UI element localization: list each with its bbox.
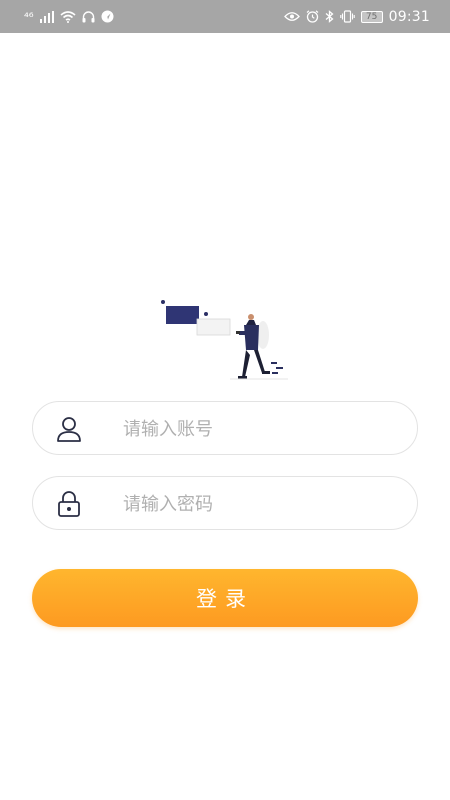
walking-person-illustration xyxy=(161,300,288,380)
network-type-icon: ⁴⁶ xyxy=(24,9,34,24)
lock-icon xyxy=(55,490,83,518)
username-field[interactable] xyxy=(32,401,418,456)
alarm-icon xyxy=(306,10,319,23)
wifi-icon xyxy=(60,10,76,23)
eye-icon xyxy=(283,12,300,21)
status-left: ⁴⁶ xyxy=(24,10,114,23)
vibrate-icon xyxy=(339,10,355,23)
login-button[interactable]: 登录 xyxy=(32,569,418,627)
location-icon xyxy=(101,10,114,23)
headset-icon xyxy=(82,10,95,22)
username-input[interactable] xyxy=(121,402,397,456)
user-icon xyxy=(55,415,83,443)
battery-indicator: 75 xyxy=(360,10,383,23)
status-bar: ⁴⁶ 75 09:31 xyxy=(0,0,450,33)
signal-icon xyxy=(39,10,54,23)
status-right: 75 09:31 xyxy=(283,8,430,25)
password-input[interactable] xyxy=(121,477,397,531)
password-field[interactable] xyxy=(32,476,418,531)
clock: 09:31 xyxy=(388,8,430,25)
bluetooth-icon xyxy=(325,10,334,23)
